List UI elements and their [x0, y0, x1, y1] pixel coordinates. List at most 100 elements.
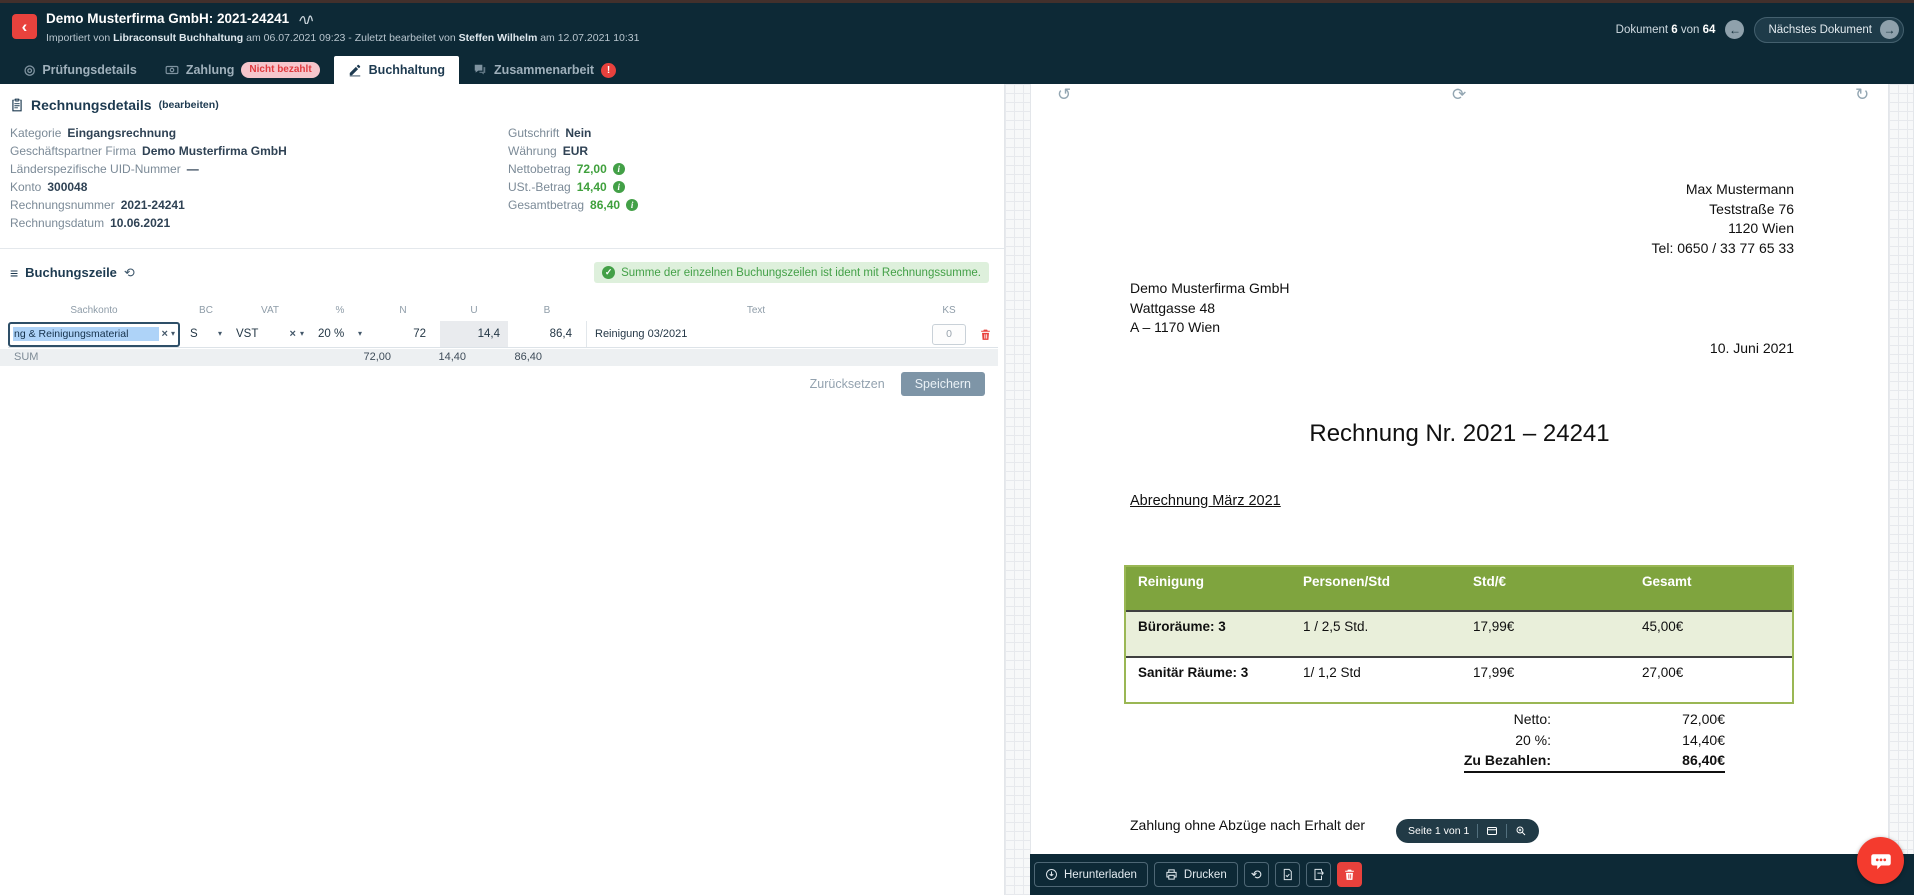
trash-icon	[1343, 868, 1356, 881]
vat-chevron-icon: ▾	[300, 330, 304, 338]
info-icon[interactable]: i	[626, 199, 638, 211]
vat-clear-icon[interactable]: ×	[290, 329, 296, 340]
sum-u: 14,40	[400, 351, 466, 363]
column-header-ks: KS	[932, 305, 966, 316]
field-label: Rechnungsnummer	[10, 198, 115, 212]
tab-buchhaltung[interactable]: Buchhaltung	[334, 56, 459, 84]
booking-section-title: Buchungszeile	[25, 265, 117, 280]
save-button[interactable]: Speichern	[901, 372, 985, 396]
last-editor: Steffen Wilhelm	[459, 32, 538, 44]
app-window: ‹ Demo Musterfirma GmbH: 2021-24241 Impo…	[0, 0, 1914, 895]
document-history-button[interactable]: ⟲	[1244, 862, 1269, 887]
booking-history-icon[interactable]: ⟲	[124, 266, 135, 279]
edit-details-link[interactable]: (bearbeiten)	[159, 99, 219, 111]
arrow-left-icon: ←	[1729, 23, 1741, 37]
invoice-date: 10. Juni 2021	[1710, 340, 1794, 356]
field-value: 2021-24241	[121, 198, 185, 212]
page-title: Demo Musterfirma GmbH: 2021-24241	[46, 11, 289, 26]
field-label: USt.-Betrag	[508, 180, 571, 194]
trash-icon	[979, 328, 992, 341]
delete-document-button[interactable]	[1337, 862, 1362, 887]
column-header-u: U	[440, 305, 508, 316]
netto-amount: 72,00	[577, 162, 607, 176]
b-input[interactable]: 86,4	[514, 328, 580, 340]
vat-select[interactable]: VST × ▾	[232, 328, 308, 340]
ks-input[interactable]: 0	[932, 324, 966, 345]
field-value: 10.06.2021	[110, 216, 170, 230]
signature-icon[interactable]	[299, 13, 316, 24]
reset-button[interactable]: Zurücksetzen	[810, 377, 885, 391]
clipboard-icon	[10, 98, 24, 112]
n-input[interactable]: 72	[372, 328, 434, 340]
fit-page-button[interactable]	[1477, 824, 1506, 838]
field-value: Demo Musterfirma GmbH	[142, 144, 287, 158]
bc-select[interactable]: S ▾	[186, 328, 226, 340]
payment-icon	[165, 63, 179, 77]
back-button[interactable]: ‹	[12, 14, 37, 39]
zoom-in-icon	[1515, 825, 1527, 837]
sachkonto-selected-text: ng & Reinigungsmaterial	[13, 327, 159, 341]
rotate-right-button[interactable]: ↻	[1855, 86, 1869, 103]
print-button[interactable]: Drucken	[1154, 862, 1238, 887]
tab-pruefungsdetails[interactable]: ◎ Prüfungsdetails	[10, 56, 151, 84]
section-divider	[0, 248, 1004, 249]
text-input[interactable]: Reinigung 03/2021	[586, 321, 926, 347]
document-counter: Dokument 6 von 64	[1616, 24, 1716, 36]
invoice-recipient-block: Max Mustermann Teststraße 76 1120 Wien T…	[1652, 180, 1794, 258]
document-check-icon	[1281, 868, 1294, 881]
invoice-table-row: Büroräume: 3 1 / 2,5 Std. 17,99€ 45,00€	[1126, 610, 1792, 656]
arrow-right-icon: →	[1880, 20, 1899, 39]
column-header-percent: %	[314, 305, 366, 316]
export-document-button[interactable]	[1306, 862, 1331, 887]
column-header-bc: BC	[186, 305, 226, 316]
sum-b: 86,40	[477, 351, 542, 363]
invoice-title: Rechnung Nr. 2021 – 24241	[1031, 420, 1888, 448]
field-label: Währung	[508, 144, 557, 158]
refresh-button[interactable]: ⟳	[1452, 86, 1466, 103]
column-header-vat: VAT	[232, 305, 308, 316]
info-icon[interactable]: i	[613, 181, 625, 193]
audit-icon: ◎	[24, 62, 35, 78]
column-header-sachkonto: Sachkonto	[8, 305, 180, 316]
chat-widget-button[interactable]	[1857, 837, 1904, 884]
field-value: EUR	[563, 144, 588, 158]
tab-zahlung[interactable]: Zahlung Nicht bezahlt	[151, 56, 334, 84]
check-circle-icon: ✓	[602, 266, 615, 279]
verify-document-button[interactable]	[1275, 862, 1300, 887]
field-label: Rechnungsdatum	[10, 216, 104, 230]
invoice-sender-block: Demo Musterfirma GmbH Wattgasse 48 A – 1…	[1130, 279, 1289, 338]
column-header-n: N	[372, 305, 434, 316]
delete-row-button[interactable]	[972, 328, 998, 341]
previous-document-button[interactable]: ←	[1725, 20, 1744, 39]
header-bar: ‹ Demo Musterfirma GmbH: 2021-24241 Impo…	[0, 3, 1914, 56]
info-icon[interactable]: i	[613, 163, 625, 175]
booking-row: ng & Reinigungsmaterial × ▾ S ▾ VST × ▾ …	[8, 321, 998, 348]
invoice-table: Reinigung Personen/Std Std/€ Gesamt Büro…	[1124, 565, 1794, 704]
field-value: 300048	[47, 180, 87, 194]
field-label: Gutschrift	[508, 126, 559, 140]
tab-zusammenarbeit[interactable]: Zusammenarbeit !	[459, 56, 630, 84]
rotate-left-button[interactable]: ↺	[1057, 86, 1071, 103]
next-document-button[interactable]: Nächstes Dokument →	[1754, 17, 1904, 43]
invoice-totals: Netto:72,00€ 20 %:14,40€ Zu Bezahlen:86,…	[1130, 709, 1725, 773]
invoice-footer-text: Zahlung ohne Abzüge nach Erhalt der	[1130, 817, 1365, 833]
details-right-column: GutschriftNein WährungEUR Nettobetrag72,…	[508, 124, 638, 214]
sachkonto-chevron-icon[interactable]: ▾	[171, 330, 175, 338]
field-label: Konto	[10, 180, 41, 194]
sum-n: 72,00	[330, 351, 391, 363]
percent-select[interactable]: 20 % ▾	[314, 328, 366, 340]
field-label: Gesamtbetrag	[508, 198, 584, 212]
vat-amount: 14,40	[577, 180, 607, 194]
collaboration-icon	[473, 63, 487, 77]
sachkonto-combobox[interactable]: ng & Reinigungsmaterial × ▾	[8, 322, 180, 347]
field-label: Nettobetrag	[508, 162, 571, 176]
sum-label: SUM	[14, 351, 38, 363]
tab-bar: ◎ Prüfungsdetails Zahlung Nicht bezahlt …	[0, 56, 1914, 84]
invoice-details-panel: Rechnungsdetails (bearbeiten) KategorieE…	[0, 84, 1004, 895]
invoice-subject: Abrechnung März 2021	[1130, 493, 1281, 509]
fit-page-icon	[1486, 825, 1498, 837]
column-header-b: B	[514, 305, 580, 316]
zoom-button[interactable]	[1506, 824, 1535, 838]
sachkonto-clear-icon[interactable]: ×	[162, 329, 168, 340]
download-button[interactable]: Herunterladen	[1034, 862, 1148, 887]
